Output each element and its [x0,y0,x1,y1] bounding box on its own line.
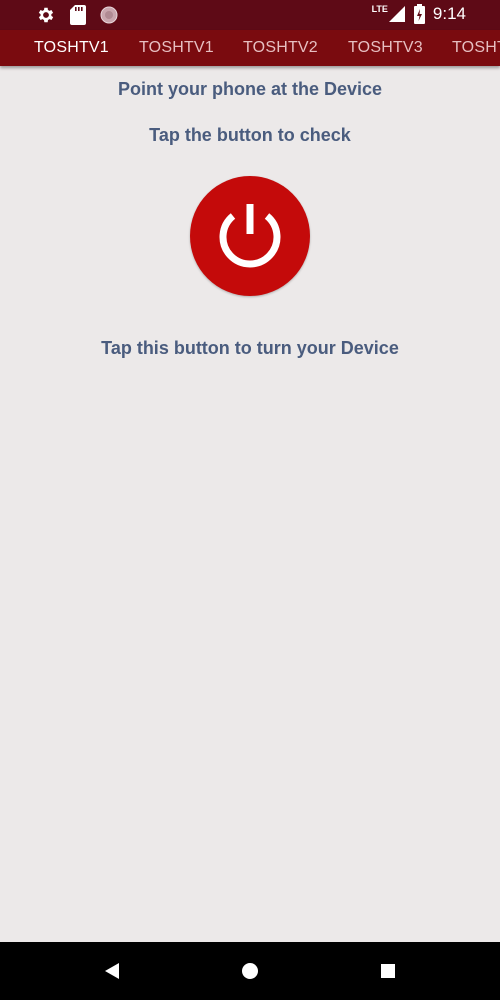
status-right-icons: LTE 9:14 [372,4,466,24]
instruction-check: Tap the button to check [149,125,351,145]
battery-charging-icon [413,4,425,24]
signal-icon [388,5,406,23]
tab-toshtv1-selected[interactable]: TOSHTV1 [34,30,109,66]
tab-toshtv4[interactable]: TOSHTV4 [452,30,500,66]
instruction-point: Point your phone at the Device [117,79,383,99]
instruction-turn: Tap this button to turn your Device [101,338,399,358]
status-bar: LTE 9:14 [0,0,500,30]
main-content: Point your phone at the Device Tap the b… [0,66,500,942]
gear-icon [36,5,56,25]
recents-button[interactable] [358,942,418,1000]
home-circle-icon [241,962,259,980]
back-button[interactable] [82,942,142,1000]
network-label: LTE [371,4,388,14]
navigation-bar [0,942,500,1000]
home-button[interactable] [220,942,280,1000]
tab-toshtv3[interactable]: TOSHTV3 [348,30,423,66]
recents-square-icon [380,963,396,979]
tab-toshtv1[interactable]: TOSHTV1 [139,30,214,66]
status-time: 9:14 [432,4,466,23]
sd-card-icon [70,5,86,25]
status-left-icons [36,5,118,25]
tab-toshtv2[interactable]: TOSHTV2 [243,30,318,66]
tab-bar: TOSHTV1 TOSHTV1 TOSHTV2 TOSHTV3 TOSHTV4 [0,30,500,66]
power-button[interactable] [190,176,310,296]
power-icon [212,198,288,274]
back-triangle-icon [104,962,120,980]
circle-app-icon [100,6,118,24]
